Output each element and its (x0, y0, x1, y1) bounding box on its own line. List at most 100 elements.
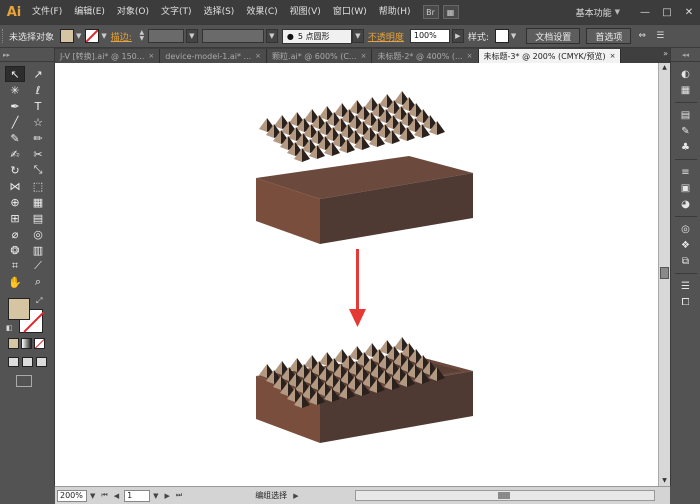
none-mode-button[interactable] (34, 338, 45, 349)
menu-item-6[interactable]: 视图(V) (284, 0, 327, 24)
draw-behind-button[interactable] (22, 357, 33, 367)
arrange-icon[interactable]: ⇔ (635, 29, 649, 43)
style-swatch[interactable] (494, 29, 509, 43)
menu-item-5[interactable]: 效果(C) (240, 0, 283, 24)
zoom-tool-icon[interactable]: ⌕ (28, 274, 48, 290)
panel-menu-icon[interactable]: ☰ (653, 29, 667, 43)
chevron-down-icon[interactable]: ▼ (153, 492, 158, 500)
opacity-field[interactable]: 100% (409, 29, 450, 43)
shape-builder-tool-icon[interactable]: ⊕ (5, 194, 25, 210)
variable-width-profile[interactable] (201, 29, 264, 43)
blend-tool-icon[interactable]: ◎ (28, 226, 48, 242)
stroke-label[interactable]: 描边: (111, 30, 132, 43)
free-transform-tool-icon[interactable]: ⬚ (28, 178, 48, 194)
document-tab[interactable]: J-V [转换].ai* @ 150... × (55, 49, 161, 63)
hand-tool-icon[interactable]: ✋ (5, 274, 25, 290)
horizontal-scroll-thumb[interactable] (498, 492, 510, 499)
menu-item-1[interactable]: 编辑(E) (68, 0, 111, 24)
vertical-scroll-thumb[interactable] (660, 267, 669, 279)
document-tab[interactable]: 颗粒.ai* @ 600% (C... × (267, 49, 373, 63)
close-tab-icon[interactable]: × (148, 52, 154, 60)
pathfinder-icon[interactable]: ⧉ (674, 253, 698, 269)
blob-brush-tool-icon[interactable]: ✍ (5, 146, 25, 162)
gradient-panel-icon[interactable]: ▣ (674, 180, 698, 196)
width-tool-icon[interactable]: ⋈ (5, 178, 25, 194)
dock-header[interactable]: ◂◂ (671, 48, 700, 62)
menu-item-8[interactable]: 帮助(H) (373, 0, 417, 24)
minimize-button[interactable]: — (634, 0, 656, 24)
color-panel-icon[interactable]: ◐ (674, 66, 698, 82)
brushes-panel-icon[interactable]: ✎ (674, 123, 698, 139)
artboard-tool-icon[interactable]: ⌗ (5, 258, 25, 274)
tools-panel-header[interactable]: ▸▸ (0, 48, 54, 62)
fill-color-box[interactable] (8, 298, 30, 320)
stroke-weight-field[interactable] (147, 29, 184, 43)
menu-item-4[interactable]: 选择(S) (198, 0, 241, 24)
document-tab[interactable]: 未标题-2* @ 400% (... × (372, 49, 479, 63)
chevron-down-icon[interactable]: ▼ (76, 32, 81, 40)
transparency-panel-icon[interactable]: ◕ (674, 196, 698, 212)
perspective-grid-tool-icon[interactable]: ▦ (28, 194, 48, 210)
color-guide-icon[interactable]: ▦ (674, 82, 698, 98)
spike-array-top[interactable] (259, 91, 445, 162)
slice-tool-icon[interactable]: ⟋ (28, 258, 48, 274)
chevron-down-icon[interactable]: ▼ (185, 29, 198, 43)
mesh-tool-icon[interactable]: ⊞ (5, 210, 25, 226)
direct-selection-tool-icon[interactable]: ↗ (28, 66, 48, 82)
next-artboard-icon[interactable]: ▶ (164, 492, 169, 500)
chevron-down-icon[interactable]: ▼ (265, 29, 278, 43)
artboards-panel-icon[interactable]: ⧠ (674, 294, 698, 310)
gradient-tool-icon[interactable]: ▤ (28, 210, 48, 226)
chevron-right-icon[interactable]: ▶ (293, 492, 298, 500)
base-block-top[interactable] (256, 156, 473, 244)
artboard-canvas[interactable] (55, 63, 658, 486)
close-tab-icon[interactable]: × (467, 52, 473, 60)
opacity-label[interactable]: 不透明度 (368, 30, 404, 43)
document-tab[interactable]: 未标题-3* @ 200% (CMYK/预览) × (478, 49, 622, 63)
gradient-mode-button[interactable] (21, 338, 32, 349)
close-tab-icon[interactable]: × (255, 52, 261, 60)
type-tool-icon[interactable]: T (28, 98, 48, 114)
line-tool-icon[interactable]: ╱ (5, 114, 25, 130)
prev-artboard-icon[interactable]: ◀ (114, 492, 119, 500)
scroll-up-icon[interactable]: ▲ (659, 63, 670, 73)
grip-handle[interactable] (2, 29, 6, 43)
tab-overflow-icon[interactable]: » (663, 49, 668, 58)
close-button[interactable]: ✕ (678, 0, 700, 24)
workspace-switcher[interactable]: 基本功能 ▼ (576, 0, 620, 24)
artboard-number-field[interactable]: 1 (124, 489, 151, 502)
lasso-tool-icon[interactable]: ℓ (28, 82, 48, 98)
zoom-field[interactable]: 200% (57, 489, 87, 502)
chevron-down-icon[interactable]: ▼ (90, 492, 95, 500)
menu-item-2[interactable]: 对象(O) (111, 0, 155, 24)
maximize-button[interactable]: □ (656, 0, 678, 24)
symbols-panel-icon[interactable]: ♣ (674, 139, 698, 155)
close-tab-icon[interactable]: × (610, 52, 616, 60)
graphic-styles-icon[interactable]: ❖ (674, 237, 698, 253)
menu-item-3[interactable]: 文字(T) (155, 0, 198, 24)
appearance-panel-icon[interactable]: ◎ (674, 221, 698, 237)
close-tab-icon[interactable]: × (361, 52, 367, 60)
menu-item-7[interactable]: 窗口(W) (327, 0, 373, 24)
scroll-down-icon[interactable]: ▼ (659, 476, 670, 486)
layers-panel-icon[interactable]: ☰ (674, 278, 698, 294)
color-mode-button[interactable] (8, 338, 19, 349)
stroke-stepper[interactable]: ▲ ▼ (138, 30, 146, 42)
stroke-swatch[interactable] (85, 29, 100, 43)
draw-normal-button[interactable] (8, 357, 19, 367)
document-tab[interactable]: device-model-1.ai* ... × (160, 49, 268, 63)
menu-item-0[interactable]: 文件(F) (26, 0, 68, 24)
vertical-scrollbar[interactable]: ▲ ▼ (658, 63, 670, 486)
paintbrush-tool-icon[interactable]: ✎ (5, 130, 25, 146)
pencil-tool-icon[interactable]: ✏ (28, 130, 48, 146)
stroke-panel-icon[interactable]: ≡ (674, 164, 698, 180)
swap-fill-stroke-icon[interactable]: ⤢ (36, 296, 42, 306)
document-setup-button[interactable]: 文档设置 (526, 28, 581, 44)
bridge-icon[interactable]: Br (422, 5, 439, 19)
draw-inside-button[interactable] (36, 357, 47, 367)
symbol-sprayer-tool-icon[interactable]: ❂ (5, 242, 25, 258)
first-artboard-icon[interactable]: ⏮ (101, 491, 107, 500)
scale-tool-icon[interactable]: ⤡ (28, 162, 48, 178)
star-tool-icon[interactable]: ☆ (28, 114, 48, 130)
horizontal-scrollbar[interactable] (355, 490, 655, 501)
